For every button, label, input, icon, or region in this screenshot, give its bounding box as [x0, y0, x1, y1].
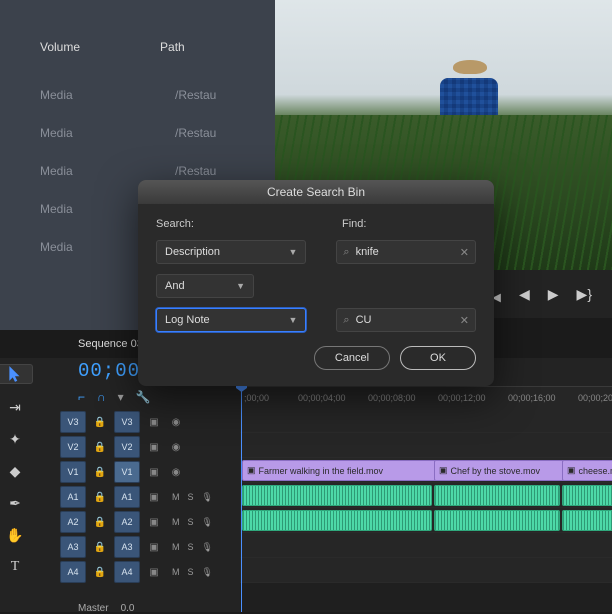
mic-icon[interactable]: 🎙 — [202, 542, 213, 553]
col-volume[interactable]: Volume — [40, 40, 80, 54]
sync-lock-icon[interactable]: ▣ — [146, 514, 162, 530]
tool-palette: ⇥ ✦ ◆ ✒ ✋ T — [0, 358, 30, 612]
search-icon: ⌕ — [343, 246, 349, 259]
eye-icon[interactable]: ◉ — [168, 464, 184, 480]
cancel-button[interactable]: Cancel — [314, 346, 390, 370]
ok-button[interactable]: OK — [400, 346, 476, 370]
sync-lock-icon[interactable]: ▣ — [146, 464, 162, 480]
sync-lock-icon[interactable]: ▣ — [146, 564, 162, 580]
mic-icon[interactable]: 🎙 — [202, 492, 213, 503]
audio-clip[interactable] — [242, 485, 432, 506]
solo-button[interactable]: S — [188, 517, 194, 528]
find-label: Find: — [342, 218, 366, 230]
solo-button[interactable]: S — [188, 567, 194, 578]
track-header-a1[interactable]: A1🔒A1▣MS🎙 — [60, 485, 238, 509]
play-icon[interactable]: ▶ — [548, 286, 559, 303]
search-icon: ⌕ — [343, 314, 349, 327]
sync-lock-icon[interactable]: ▣ — [146, 414, 162, 430]
search-field-1-select[interactable]: Description▼ — [156, 240, 306, 264]
clear-icon[interactable]: ✕ — [460, 246, 469, 259]
track-header-panel: V3🔒V3▣◉ V2🔒V2▣◉ V1🔒V1▣◉ A1🔒A1▣MS🎙 A2🔒A2▣… — [60, 410, 238, 585]
find-value-1-input[interactable]: ⌕knife✕ — [336, 240, 476, 264]
search-label: Search: — [156, 218, 312, 230]
eye-icon[interactable]: ◉ — [168, 414, 184, 430]
col-path[interactable]: Path — [160, 40, 185, 54]
audio-clip[interactable] — [562, 510, 612, 531]
track-header-a3[interactable]: A3🔒A3▣MS🎙 — [60, 535, 238, 559]
operator-select[interactable]: And▼ — [156, 274, 254, 298]
sequence-tab[interactable]: Sequence 03 — [78, 338, 143, 350]
track-header-v2[interactable]: V2🔒V2▣◉ — [60, 435, 238, 459]
create-search-bin-dialog: Create Search Bin Search: Find: Descript… — [138, 180, 494, 386]
mic-icon[interactable]: 🎙 — [202, 517, 213, 528]
video-clip[interactable]: ▣cheese.mo — [562, 460, 612, 481]
project-row[interactable]: Media/Restau — [40, 76, 275, 114]
time-ruler[interactable]: ;00;00 00;00;04;00 00;00;08;00 00;00;12;… — [240, 386, 612, 409]
timeline-canvas[interactable]: ▣Farmer walking in the field.mov ▣Chef b… — [240, 408, 612, 612]
pen-tool-icon[interactable]: ✒ — [6, 494, 24, 512]
playhead[interactable] — [241, 386, 242, 612]
clear-icon[interactable]: ✕ — [460, 314, 469, 327]
lock-icon[interactable]: 🔒 — [92, 514, 108, 530]
lock-icon[interactable]: 🔒 — [92, 414, 108, 430]
step-back-icon[interactable]: ◀ — [519, 286, 530, 303]
lock-icon[interactable]: 🔒 — [92, 464, 108, 480]
lock-icon[interactable]: 🔒 — [92, 489, 108, 505]
track-header-v1[interactable]: V1🔒V1▣◉ — [60, 460, 238, 484]
track-header-a2[interactable]: A2🔒A2▣MS🎙 — [60, 510, 238, 534]
step-forward-icon[interactable]: ▶} — [577, 286, 592, 303]
solo-button[interactable]: S — [188, 492, 194, 503]
sync-lock-icon[interactable]: ▣ — [146, 539, 162, 555]
search-field-2-select[interactable]: Log Note▼ — [156, 308, 306, 332]
chevron-down-icon: ▼ — [288, 247, 297, 257]
find-value-2-input[interactable]: ⌕CU✕ — [336, 308, 476, 332]
audio-clip[interactable] — [434, 510, 560, 531]
marker-icon[interactable]: ▾ — [118, 390, 124, 404]
mute-button[interactable]: M — [172, 492, 180, 503]
video-clip[interactable]: ▣Chef by the stove.mov — [434, 460, 568, 481]
sync-lock-icon[interactable]: ▣ — [146, 439, 162, 455]
track-header-v3[interactable]: V3🔒V3▣◉ — [60, 410, 238, 434]
settings-icon[interactable]: 🔧 — [136, 390, 151, 404]
hand-tool-icon[interactable]: ✋ — [6, 526, 24, 544]
lock-icon[interactable]: 🔒 — [92, 439, 108, 455]
lock-icon[interactable]: 🔒 — [92, 539, 108, 555]
chevron-down-icon: ▼ — [288, 315, 297, 325]
sync-lock-icon[interactable]: ▣ — [146, 489, 162, 505]
type-tool-icon[interactable]: T — [6, 558, 24, 576]
video-clip[interactable]: ▣Farmer walking in the field.mov — [242, 460, 440, 481]
master-track[interactable]: Master0.0 — [78, 603, 134, 614]
eye-icon[interactable]: ◉ — [168, 439, 184, 455]
dialog-title: Create Search Bin — [138, 180, 494, 204]
razor-tool-icon[interactable]: ◆ — [6, 462, 24, 480]
audio-clip[interactable] — [242, 510, 432, 531]
track-select-tool-icon[interactable]: ⇥ — [6, 398, 24, 416]
lock-icon[interactable]: 🔒 — [92, 564, 108, 580]
ripple-edit-tool-icon[interactable]: ✦ — [6, 430, 24, 448]
chevron-down-icon: ▼ — [236, 281, 245, 291]
mute-button[interactable]: M — [172, 542, 180, 553]
mic-icon[interactable]: 🎙 — [202, 567, 213, 578]
audio-clip[interactable] — [434, 485, 560, 506]
mute-button[interactable]: M — [172, 567, 180, 578]
snap-icon[interactable]: ⌐ — [78, 390, 85, 404]
linked-selection-icon[interactable]: ∩ — [97, 390, 106, 404]
audio-clip[interactable] — [562, 485, 612, 506]
project-row[interactable]: Media/Restau — [40, 114, 275, 152]
solo-button[interactable]: S — [188, 542, 194, 553]
track-header-a4[interactable]: A4🔒A4▣MS🎙 — [60, 560, 238, 584]
selection-tool-icon[interactable] — [0, 364, 33, 384]
mute-button[interactable]: M — [172, 517, 180, 528]
